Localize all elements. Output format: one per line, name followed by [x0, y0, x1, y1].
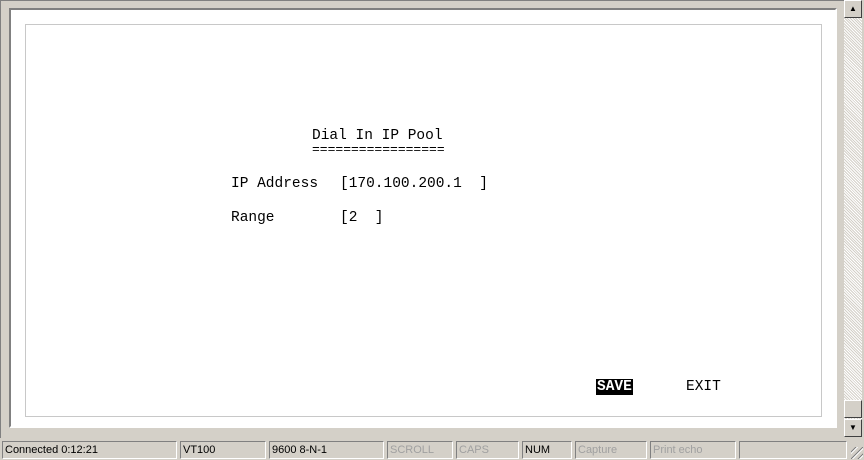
ip-address-field[interactable]: [170.100.200.1 ] — [340, 175, 488, 193]
port-settings-status: 9600 8-N-1 — [269, 441, 384, 459]
caps-lock-indicator: CAPS — [456, 441, 519, 459]
status-bar: Connected 0:12:21 VT100 9600 8-N-1 SCROL… — [0, 439, 864, 460]
range-field[interactable]: [2 ] — [340, 209, 384, 227]
ip-address-label: IP Address — [231, 176, 319, 192]
status-empty-panel — [739, 441, 847, 459]
vertical-scrollbar[interactable]: ▲ ▼ — [844, 0, 862, 437]
connection-status: Connected 0:12:21 — [2, 441, 177, 459]
title-underline: ================= — [312, 142, 445, 157]
print-echo-indicator: Print echo — [650, 441, 736, 459]
terminal-area[interactable]: Dial In IP Pool ================= IP Add… — [9, 8, 837, 428]
terminal-screen: Dial In IP Pool ================= IP Add… — [25, 24, 822, 417]
resize-grip-icon[interactable] — [851, 447, 863, 459]
emulation-status: VT100 — [180, 441, 266, 459]
arrow-up-icon[interactable]: ▲ — [844, 0, 862, 18]
scroll-lock-indicator: SCROLL — [387, 441, 453, 459]
exit-button[interactable]: EXIT — [686, 378, 721, 396]
terminal-window: Dial In IP Pool ================= IP Add… — [0, 0, 845, 438]
save-button[interactable]: SAVE — [596, 379, 633, 395]
capture-indicator: Capture — [575, 441, 647, 459]
range-label: Range — [231, 210, 275, 226]
scroll-thumb[interactable] — [844, 400, 862, 418]
arrow-down-icon[interactable]: ▼ — [844, 419, 862, 437]
num-lock-indicator: NUM — [522, 441, 572, 459]
